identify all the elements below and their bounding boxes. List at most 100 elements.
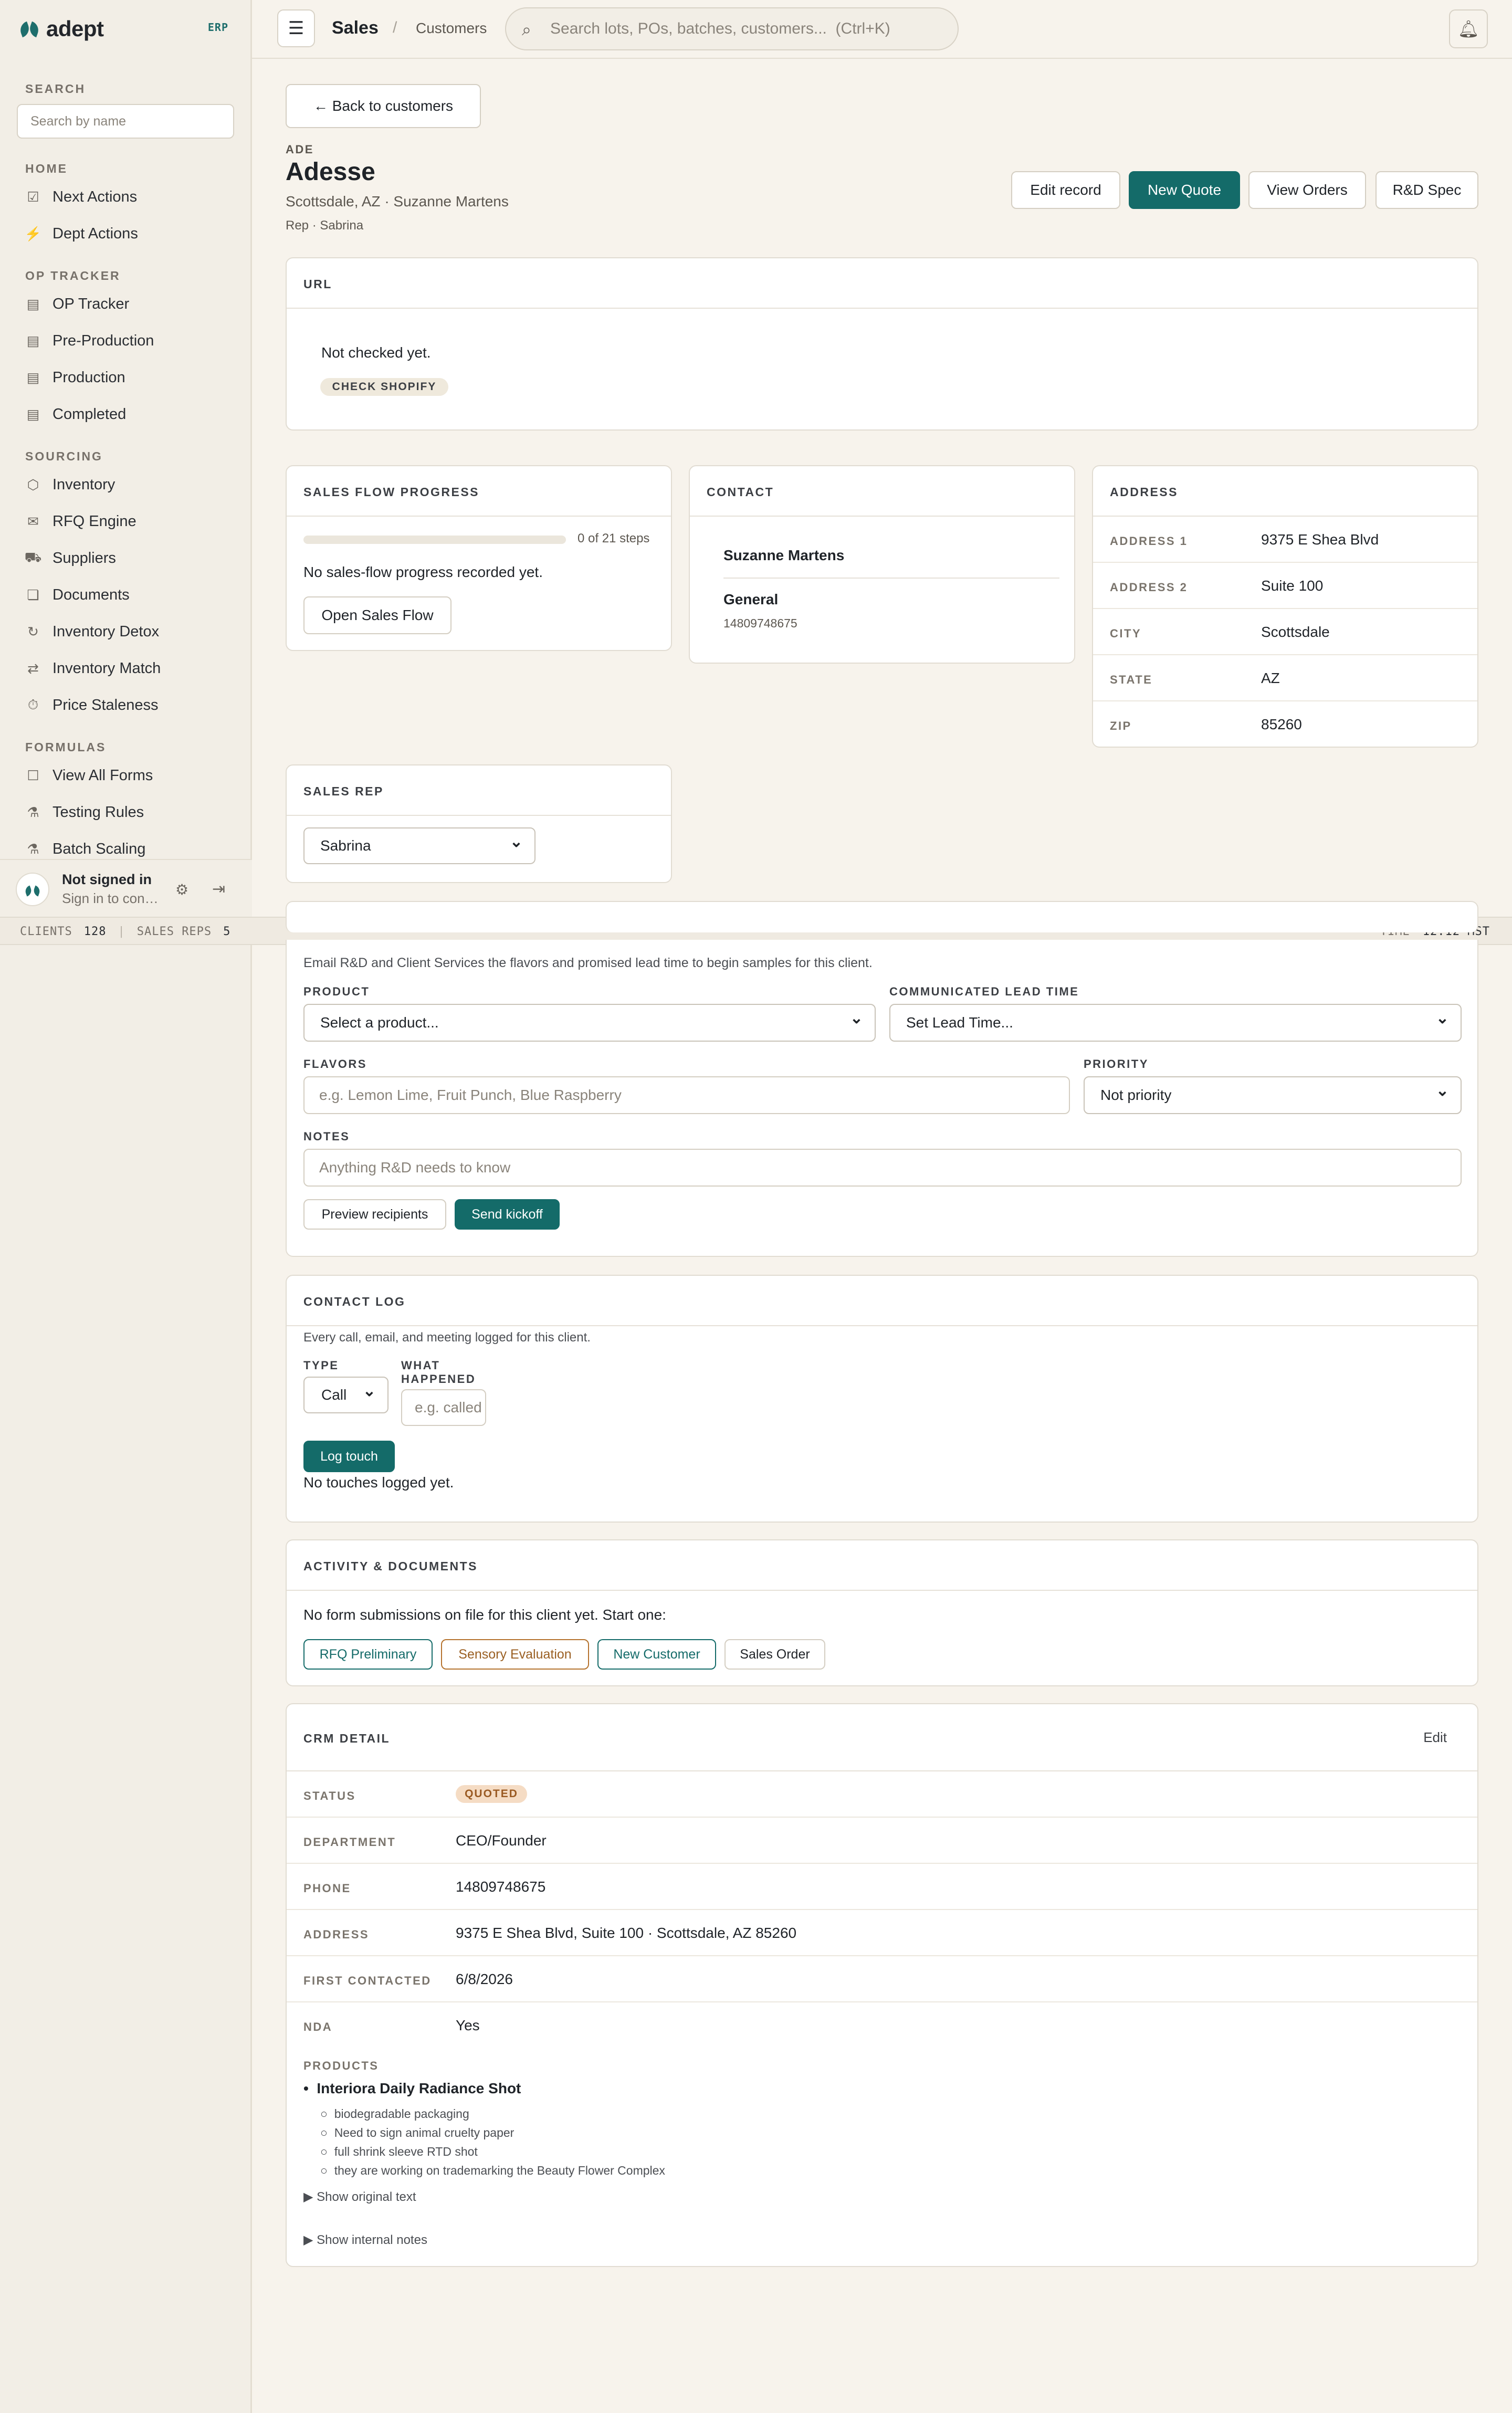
crm-row: DEPARTMENT CEO/Founder: [287, 1818, 1477, 1864]
touch-type-select[interactable]: Call: [303, 1377, 388, 1413]
sidebar-item-inventory-detox[interactable]: ↻ Inventory Detox: [25, 617, 235, 646]
beaker-icon: ⚗: [27, 841, 39, 857]
status-divider: |: [118, 925, 125, 938]
form-new-customer-button[interactable]: New Customer: [597, 1639, 716, 1670]
customer-code: ADE: [286, 143, 314, 156]
sidebar-search-input[interactable]: [17, 104, 234, 139]
progress-steps: 0 of 21 steps: [578, 531, 650, 545]
sidebar: adept ERP SEARCH HOME ☑Next Actions ⚡Dep…: [0, 0, 252, 2413]
address-row: ZIP 85260: [1110, 716, 1302, 732]
send-kickoff-button[interactable]: Send kickoff: [455, 1199, 560, 1230]
form-sales-order-button[interactable]: Sales Order: [724, 1639, 825, 1670]
breadcrumb-separator: /: [393, 19, 397, 36]
sidebar-item-documents[interactable]: ❏ Documents: [25, 581, 235, 609]
customer-subtitle: Scottsdale, AZ · Suzanne Martens: [286, 193, 509, 209]
priority-select[interactable]: Not priority: [1084, 1076, 1462, 1114]
sales-flow-title: SALES FLOW PROGRESS: [303, 485, 480, 499]
status-badge: QUOTED: [456, 1785, 527, 1803]
sidebar-item-pre-production[interactable]: ▤ Pre-Production: [25, 327, 235, 355]
products-label: PRODUCTS: [303, 2059, 379, 2072]
sidebar-item-suppliers[interactable]: ⛟ Suppliers: [25, 544, 235, 572]
check-square-icon: ☑: [27, 188, 39, 205]
breadcrumb-section[interactable]: Sales: [332, 18, 379, 38]
what-happened-input[interactable]: [401, 1389, 486, 1426]
logout-icon[interactable]: ⇥: [212, 880, 225, 898]
back-to-customers-button[interactable]: ← Back to customers: [286, 84, 481, 128]
notifications-button[interactable]: 🔔︎: [1449, 9, 1488, 48]
contact-group: General: [723, 591, 779, 607]
lightning-icon: ⚡: [24, 225, 42, 242]
view-orders-button[interactable]: View Orders: [1248, 171, 1366, 209]
sidebar-item-view-all-forms[interactable]: ☐ View All Forms: [25, 761, 235, 790]
clients-count: 128: [83, 925, 107, 938]
clock-icon: ⏱: [27, 697, 39, 712]
sidebar-item-rfq-engine[interactable]: ✉ RFQ Engine: [25, 507, 235, 536]
user-subtitle: Sign in to continue: [62, 890, 162, 906]
address-row: STATE AZ: [1093, 655, 1477, 701]
sidebar-item-inventory[interactable]: ⬡ Inventory: [25, 470, 235, 499]
crm-row: PHONE 14809748675: [287, 1864, 1477, 1910]
form-rfq-preliminary-button[interactable]: RFQ Preliminary: [303, 1639, 433, 1670]
list-icon: ▤: [26, 369, 40, 385]
product-item: • Interiora Daily Radiance Shot: [303, 2080, 521, 2096]
list-icon: ▤: [26, 332, 40, 349]
product-select[interactable]: Select a product...: [303, 1004, 876, 1042]
sales-rep-card: SALES REP Sabrina: [286, 764, 672, 883]
product-note: ○ biodegradable packaging: [320, 2107, 469, 2121]
sidebar-item-dept-actions[interactable]: ⚡ Dept Actions: [25, 219, 235, 248]
menu-button[interactable]: ☰: [277, 9, 315, 47]
contact-divider: [723, 578, 1059, 579]
activity-header: ACTIVITY & DOCUMENTS: [287, 1540, 1477, 1591]
notes-input[interactable]: [303, 1149, 1462, 1187]
show-internal-notes-toggle[interactable]: ▶ Show internal notes: [303, 2232, 427, 2248]
priority-label: PRIORITY: [1084, 1057, 1149, 1071]
sidebar-item-inventory-match[interactable]: ⇄ Inventory Match: [25, 654, 235, 683]
address-row: CITY Scottsdale: [1093, 609, 1477, 655]
sidebar-item-op-tracker[interactable]: ▤ OP Tracker: [25, 290, 235, 318]
edit-record-button[interactable]: Edit record: [1011, 171, 1120, 209]
flavors-input[interactable]: [303, 1076, 1070, 1114]
touch-type-label: TYPE: [303, 1359, 339, 1372]
settings-icon[interactable]: ⚙: [175, 881, 188, 898]
product-note: ○ Need to sign animal cruelty paper: [320, 2126, 514, 2139]
sales-flow-empty: No sales-flow progress recorded yet.: [303, 564, 543, 580]
sidebar-item-price-staleness[interactable]: ⏱ Price Staleness: [25, 691, 235, 719]
form-sensory-evaluation-button[interactable]: Sensory Evaluation: [441, 1639, 589, 1670]
contact-log-title: CONTACT LOG: [303, 1295, 406, 1308]
contact-phone[interactable]: 14809748675: [723, 616, 797, 631]
global-search-input[interactable]: [550, 16, 939, 42]
show-original-toggle[interactable]: ▶ Show original text: [303, 2189, 416, 2205]
activity-title: ACTIVITY & DOCUMENTS: [303, 1559, 478, 1573]
open-sales-flow-button[interactable]: Open Sales Flow: [303, 596, 452, 634]
form-icon: ☐: [27, 767, 39, 783]
list-icon: ▤: [26, 296, 40, 312]
address-row: ADDRESS 1 9375 E Shea Blvd: [1093, 517, 1477, 563]
sidebar-item-next-actions[interactable]: ☑ Next Actions: [25, 183, 235, 211]
crm-detail-card: CRM DETAIL Edit STATUS QUOTED DEPARTMENT…: [286, 1703, 1478, 2267]
crm-row: FIRST CONTACTED 6/8/2026: [287, 1956, 1477, 2002]
sidebar-item-production[interactable]: ▤ Production: [25, 363, 235, 392]
crm-edit-button[interactable]: Edit: [1423, 1729, 1447, 1746]
bell-icon: 🔔︎: [1457, 19, 1479, 38]
lead-time-select[interactable]: Set Lead Time...: [889, 1004, 1462, 1042]
progress-bar: [303, 536, 566, 544]
rd-spec-button[interactable]: R&D Spec: [1376, 171, 1478, 209]
user-name: Not signed in: [62, 872, 152, 887]
check-shopify-button[interactable]: CHECK SHOPIFY: [320, 378, 448, 396]
sidebar-item-testing-rules[interactable]: ⚗ Testing Rules: [25, 798, 235, 826]
product-label: PRODUCT: [303, 985, 370, 998]
preview-recipients-button[interactable]: Preview recipients: [303, 1199, 446, 1230]
box-icon: ⬡: [27, 476, 39, 492]
sales-rep-select[interactable]: Sabrina: [303, 827, 536, 864]
avatar[interactable]: [16, 873, 49, 906]
brand-logo[interactable]: adept: [18, 16, 104, 42]
log-touch-button[interactable]: Log touch: [303, 1441, 395, 1472]
beaker-icon: ⚗: [27, 804, 39, 820]
new-quote-button[interactable]: New Quote: [1129, 171, 1240, 209]
sidebar-item-completed[interactable]: ▤ Completed: [25, 400, 235, 428]
contact-title: CONTACT: [707, 485, 774, 499]
reps-label: SALES REPS: [136, 925, 212, 938]
global-search[interactable]: ⌕: [505, 7, 959, 50]
triangle-right-icon: ▶: [303, 2233, 313, 2247]
breadcrumb-page[interactable]: Customers: [416, 20, 487, 37]
